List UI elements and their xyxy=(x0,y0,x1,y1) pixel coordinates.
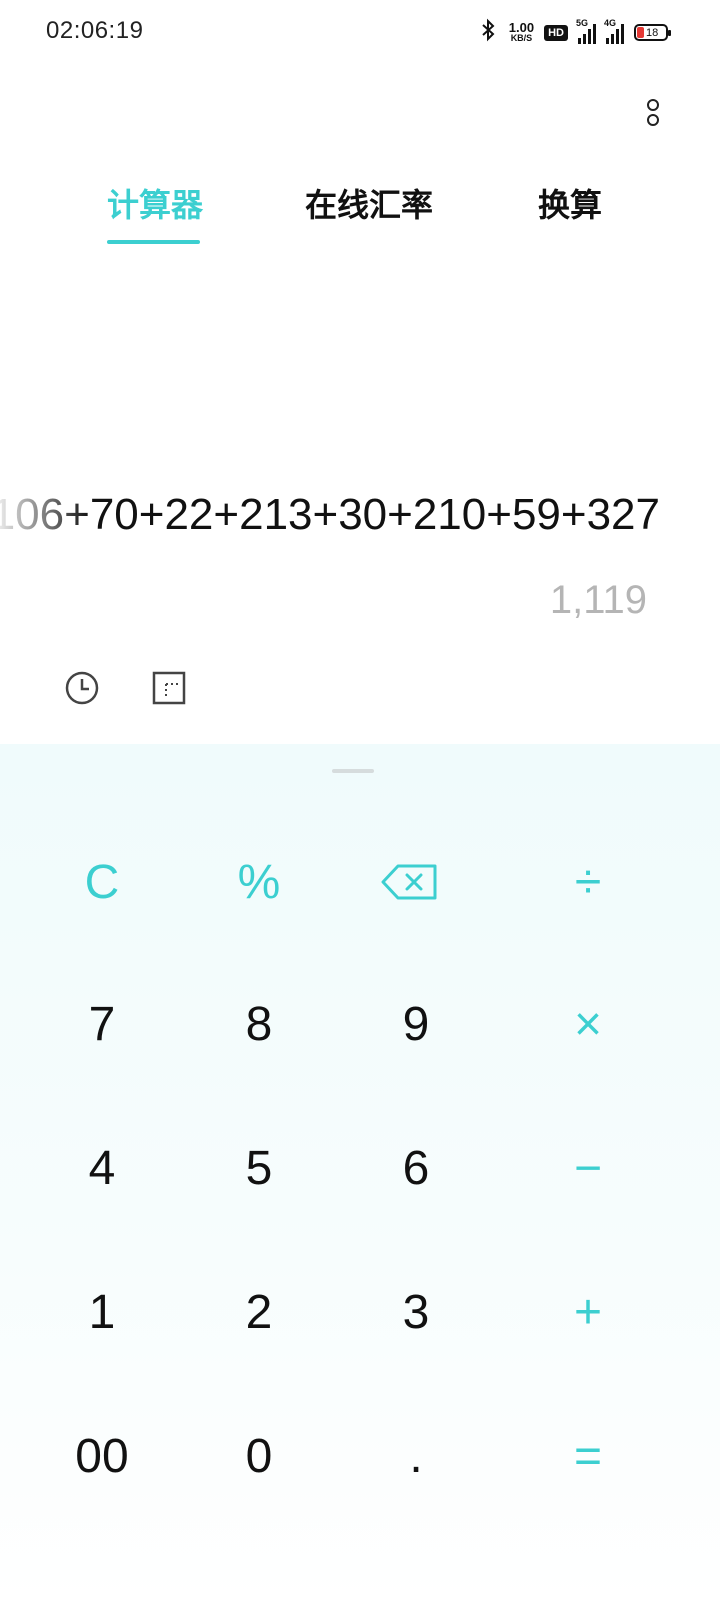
drag-handle[interactable] xyxy=(332,769,374,773)
tab-calculator[interactable]: 计算器 xyxy=(107,180,203,226)
digit-1-button[interactable]: 1 xyxy=(32,1252,172,1372)
decimal-point-button[interactable]: . xyxy=(346,1396,486,1516)
signal-icon: 5G xyxy=(576,18,596,44)
result-preview: 1,119 xyxy=(549,578,647,622)
scientific-mode-icon[interactable] xyxy=(151,670,187,706)
digit-2-button[interactable]: 2 xyxy=(189,1252,329,1372)
equals-button[interactable]: = xyxy=(518,1396,658,1516)
digit-7-button[interactable]: 7 xyxy=(32,964,172,1084)
history-icon[interactable] xyxy=(64,670,100,706)
keypad: C % ÷ 7 8 9 × 4 5 6 − 1 2 3 + 00 0 . = xyxy=(0,744,720,1600)
bluetooth-icon xyxy=(479,18,499,47)
signal-icon-2: 4G xyxy=(604,18,624,44)
digit-3-button[interactable]: 3 xyxy=(346,1252,486,1372)
tab-exchange-rate[interactable]: 在线汇率 xyxy=(305,180,433,226)
percent-button[interactable]: % xyxy=(189,822,329,942)
minus-button[interactable]: − xyxy=(518,1108,658,1228)
multiply-button[interactable]: × xyxy=(518,964,658,1084)
digit-4-button[interactable]: 4 xyxy=(32,1108,172,1228)
tab-conversion[interactable]: 换算 xyxy=(538,180,602,226)
digit-5-button[interactable]: 5 xyxy=(189,1108,329,1228)
status-icons: 1.00 KB/S HD 5G 4G 18 xyxy=(479,18,671,47)
digit-0-button[interactable]: 0 xyxy=(189,1396,329,1516)
backspace-button[interactable] xyxy=(340,822,480,942)
digit-6-button[interactable]: 6 xyxy=(346,1108,486,1228)
mode-tabs: 计算器 在线汇率 换算 xyxy=(0,180,720,250)
status-bar: 02:06:19 1.00 KB/S HD 5G 4G 18 xyxy=(0,0,720,64)
active-tab-indicator xyxy=(107,240,200,244)
clear-button[interactable]: C xyxy=(32,822,172,942)
plus-button[interactable]: + xyxy=(518,1252,658,1372)
expression-text: +106+70+22+213+30+210+59+327 xyxy=(0,490,660,539)
digit-8-button[interactable]: 8 xyxy=(189,964,329,1084)
battery-icon: 18 xyxy=(634,24,671,41)
expression-display: +106+70+22+213+30+210+59+327 xyxy=(0,490,660,550)
more-icon[interactable] xyxy=(643,96,663,132)
hd-voice-icon: HD xyxy=(544,24,568,41)
double-zero-button[interactable]: 00 xyxy=(32,1396,172,1516)
clock: 02:06:19 xyxy=(46,17,144,44)
divide-button[interactable]: ÷ xyxy=(518,822,658,942)
network-speed: 1.00 KB/S xyxy=(508,19,535,43)
backspace-icon xyxy=(381,864,437,900)
digit-9-button[interactable]: 9 xyxy=(346,964,486,1084)
